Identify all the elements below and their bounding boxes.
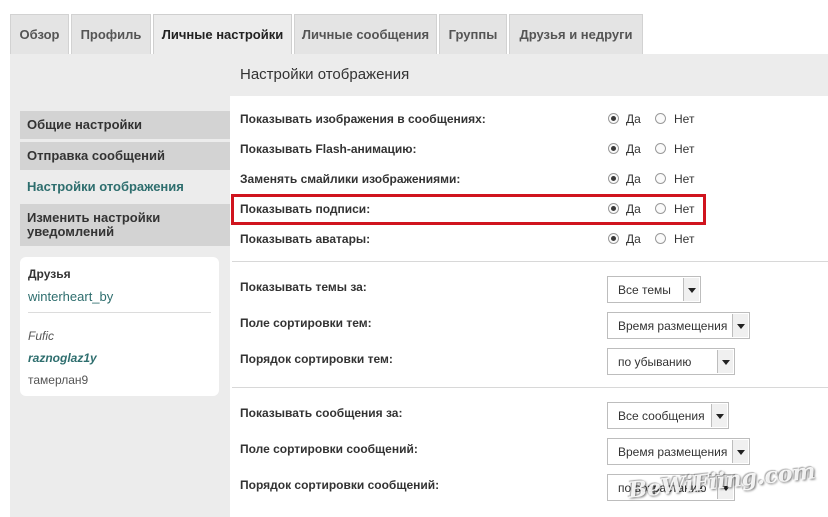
radio-no-label: Нет	[674, 232, 695, 246]
tab-friends-foes[interactable]: Друзья и недруги	[509, 14, 643, 54]
radio-yes-label: Да	[626, 232, 641, 246]
tab-groups[interactable]: Группы	[439, 14, 507, 54]
radio-no-label: Нет	[674, 142, 695, 156]
topic-sort-field-select[interactable]: Время размещения	[607, 312, 750, 339]
tab-personal-settings[interactable]: Личные настройки	[153, 14, 292, 55]
setting-label: Показывать темы за:	[240, 280, 367, 294]
sidebar-item-display[interactable]: Настройки отображения	[20, 173, 230, 201]
select-value: по убыванию	[618, 355, 692, 369]
radio-yes[interactable]	[608, 203, 619, 214]
radio-no[interactable]	[655, 173, 666, 184]
topic-sort-order-select[interactable]: по убыванию	[607, 348, 735, 375]
tab-profile[interactable]: Профиль	[71, 14, 151, 54]
setting-label: Поле сортировки тем:	[240, 316, 372, 330]
setting-label: Показывать Flash-анимацию:	[240, 142, 417, 156]
section-divider	[232, 261, 828, 262]
radio-no[interactable]	[655, 203, 666, 214]
radio-yes-label: Да	[626, 142, 641, 156]
radio-no-label: Нет	[674, 202, 695, 216]
chevron-down-icon	[717, 350, 733, 373]
post-sort-field-select[interactable]: Время размещения	[607, 438, 750, 465]
tab-overview[interactable]: Обзор	[10, 14, 69, 54]
setting-label: Показывать изображения в сообщениях:	[240, 112, 486, 126]
radio-no-label: Нет	[674, 112, 695, 126]
friend-link[interactable]: Fufic	[28, 329, 54, 343]
radio-yes-label: Да	[626, 112, 641, 126]
setting-label: Показывать сообщения за:	[240, 406, 403, 420]
friend-link-primary[interactable]: winterheart_by	[28, 289, 113, 304]
radio-yes-label: Да	[626, 172, 641, 186]
chevron-down-icon	[732, 314, 748, 337]
select-value: Все сообщения	[618, 409, 705, 423]
friend-link[interactable]: raznoglaz1y	[28, 351, 97, 365]
setting-label: Показывать аватары:	[240, 232, 371, 246]
post-period-select[interactable]: Все сообщения	[607, 402, 729, 429]
setting-label: Порядок сортировки тем:	[240, 352, 393, 366]
tab-bar: Обзор Профиль Личные настройки Личные со…	[0, 0, 828, 55]
setting-label: Заменять смайлики изображениями:	[240, 172, 461, 186]
select-value: Время размещения	[618, 319, 728, 333]
topic-period-select[interactable]: Все темы	[607, 276, 701, 303]
setting-label: Поле сортировки сообщений:	[240, 442, 418, 456]
page-title: Настройки отображения	[240, 66, 410, 83]
tab-private-messages[interactable]: Личные сообщения	[294, 14, 437, 54]
friends-divider	[28, 312, 211, 313]
section-divider	[232, 387, 828, 388]
radio-yes[interactable]	[608, 173, 619, 184]
friends-title: Друзья	[28, 267, 71, 281]
chevron-down-icon	[732, 440, 748, 463]
radio-yes-label: Да	[626, 202, 641, 216]
radio-no[interactable]	[655, 143, 666, 154]
select-value: Время размещения	[618, 445, 728, 459]
friends-box: Друзья winterheart_by Fufic raznoglaz1y …	[20, 257, 219, 396]
radio-no[interactable]	[655, 233, 666, 244]
radio-yes[interactable]	[608, 233, 619, 244]
setting-label: Порядок сортировки сообщений:	[240, 478, 440, 492]
friend-link[interactable]: тамерлан9	[28, 373, 88, 387]
chevron-down-icon	[711, 404, 727, 427]
sidebar-item-general[interactable]: Общие настройки	[20, 111, 230, 139]
radio-yes[interactable]	[608, 113, 619, 124]
radio-yes[interactable]	[608, 143, 619, 154]
radio-no-label: Нет	[674, 172, 695, 186]
setting-label: Показывать подписи:	[240, 202, 371, 216]
chevron-down-icon	[683, 278, 699, 301]
sidebar-item-sending[interactable]: Отправка сообщений	[20, 142, 230, 170]
sidebar-item-notifications[interactable]: Изменить настройки уведомлений	[20, 204, 230, 246]
radio-no[interactable]	[655, 113, 666, 124]
select-value: Все темы	[618, 283, 671, 297]
